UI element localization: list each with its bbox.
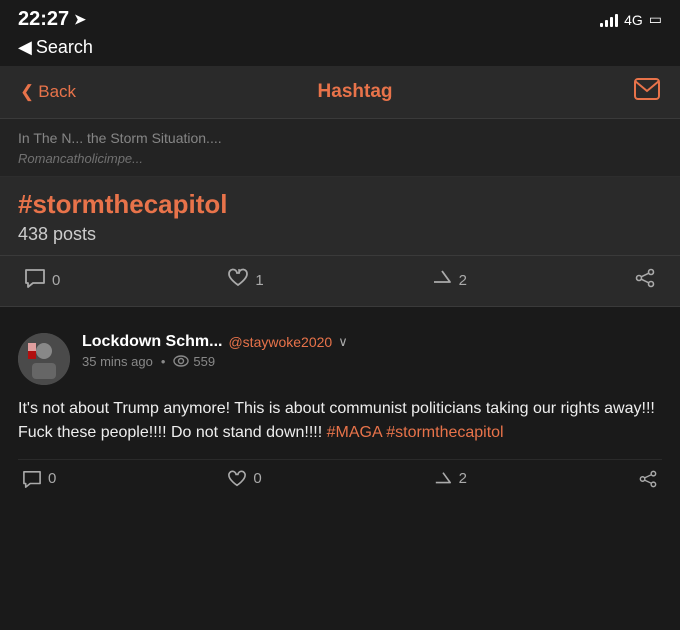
preview-user: Romancatholicimpe...: [18, 151, 662, 166]
post-body: It's not about Trump anymore! This is ab…: [18, 397, 662, 445]
like-count: 1: [255, 272, 263, 289]
back-button[interactable]: ❮ Back: [20, 82, 76, 102]
share-icon: [634, 268, 656, 294]
back-label: Back: [38, 82, 76, 102]
comment-icon: [24, 268, 46, 294]
share-action[interactable]: [634, 268, 656, 294]
hashtag-stormthecapitol[interactable]: #stormthecapitol: [386, 424, 503, 441]
like-icon: [227, 470, 247, 488]
post-share-action[interactable]: [638, 470, 658, 488]
search-back-button[interactable]: ◀ Search: [18, 37, 662, 58]
post-like-action[interactable]: 0: [227, 470, 261, 488]
preview-text: In The N... the Storm Situation....: [18, 129, 662, 149]
upvote-action[interactable]: 2: [431, 268, 467, 294]
network-label: 4G: [624, 12, 643, 28]
post-time: 35 mins ago: [82, 354, 153, 369]
signal-bars-icon: [600, 13, 618, 27]
post-meta: Lockdown Schm... @staywoke2020 ∨ 35 mins…: [82, 333, 662, 369]
nav-bar: ❮ Back Hashtag: [0, 66, 680, 119]
location-arrow-icon: ➤: [74, 11, 86, 28]
comment-icon: [22, 470, 42, 488]
posts-count: 438 posts: [18, 224, 662, 245]
views-count: 559: [193, 354, 215, 369]
mail-icon[interactable]: [634, 78, 660, 106]
eye-icon: [173, 355, 189, 367]
like-action[interactable]: 1: [227, 268, 263, 294]
hashtag-title: #stormthecapitol: [18, 189, 662, 220]
post-comment-action[interactable]: 0: [22, 470, 56, 488]
upvote-icon: [431, 268, 453, 294]
hashtag-section: #stormthecapitol 438 posts: [0, 177, 680, 256]
post-like-count: 0: [253, 470, 261, 487]
status-icons: 4G ▭: [600, 11, 662, 28]
separator: •: [161, 354, 166, 369]
post-preview: In The N... the Storm Situation.... Roma…: [0, 119, 680, 177]
username: Lockdown Schm...: [82, 333, 222, 351]
post-header: Lockdown Schm... @staywoke2020 ∨ 35 mins…: [18, 333, 662, 385]
time-row: 35 mins ago • 559: [82, 354, 662, 369]
hashtag-maga[interactable]: #MAGA: [327, 424, 382, 441]
back-chevron-icon: ◀: [18, 37, 32, 58]
post-upvote-count: 2: [459, 470, 467, 487]
avatar: [18, 333, 70, 385]
dropdown-chevron-icon[interactable]: ∨: [338, 334, 348, 350]
post-views: 559: [173, 354, 215, 369]
comment-count: 0: [52, 272, 60, 289]
upvote-icon: [433, 470, 453, 488]
post-card: Lockdown Schm... @staywoke2020 ∨ 35 mins…: [0, 317, 680, 504]
time-display: 22:27: [18, 8, 69, 31]
user-handle: @staywoke2020: [228, 334, 332, 350]
page-title: Hashtag: [318, 81, 393, 103]
post-actions: 0 0 2: [18, 459, 662, 488]
comment-action[interactable]: 0: [24, 268, 60, 294]
like-icon: [227, 268, 249, 294]
post-upvote-action[interactable]: 2: [433, 470, 467, 488]
status-time: 22:27 ➤: [18, 8, 86, 31]
user-row: Lockdown Schm... @staywoke2020 ∨: [82, 333, 662, 351]
action-bar: 0 1 2: [0, 256, 680, 307]
status-bar: 22:27 ➤ 4G ▭: [0, 0, 680, 35]
search-bar: ◀ Search: [0, 35, 680, 66]
back-chevron-icon: ❮: [20, 82, 34, 102]
search-label: Search: [36, 37, 93, 58]
post-comment-count: 0: [48, 470, 56, 487]
share-icon: [638, 470, 658, 488]
battery-icon: ▭: [649, 11, 662, 28]
upvote-count: 2: [459, 272, 467, 289]
